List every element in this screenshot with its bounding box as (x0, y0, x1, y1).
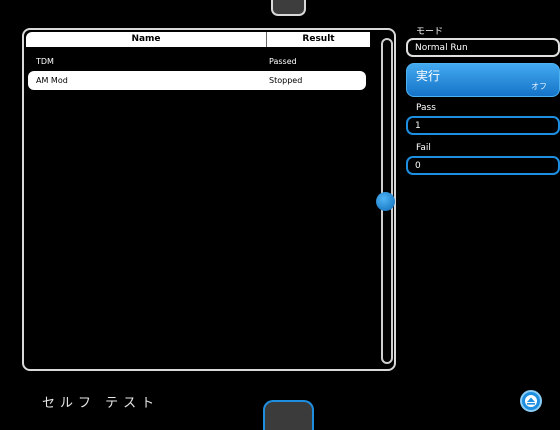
pass-label: Pass (416, 103, 436, 113)
page-title: セルフ テスト (42, 396, 160, 411)
scrollbar-thumb[interactable] (376, 192, 395, 211)
top-panel-tab[interactable] (271, 0, 306, 16)
table-row[interactable]: TDM Passed (28, 52, 366, 71)
row-result-cell: Passed (269, 57, 297, 66)
fail-label: Fail (416, 143, 431, 153)
run-toggle-button[interactable]: 実行 オフ (406, 63, 560, 97)
bottom-panel-tab[interactable] (263, 400, 314, 430)
run-state-indicator: オフ (531, 82, 547, 91)
table-row-selected[interactable]: AM Mod Stopped (28, 71, 366, 90)
mode-label: モード (416, 27, 444, 37)
run-button-label: 実行 (416, 69, 441, 83)
scroll-up-button[interactable] (520, 390, 542, 412)
fail-count-field: 0 (406, 156, 560, 175)
test-list-panel: Name Result TDM Passed AM Mod Stopped (22, 28, 396, 371)
row-result-cell: Stopped (269, 76, 303, 85)
column-header-result[interactable]: Result (267, 34, 370, 44)
table-header: Name Result (26, 32, 370, 47)
column-header-name[interactable]: Name (26, 34, 266, 44)
pass-count-field: 1 (406, 116, 560, 135)
mode-select[interactable]: Normal Run (406, 38, 560, 57)
eject-up-icon (525, 395, 537, 407)
row-name-cell: TDM (36, 57, 54, 66)
row-name-cell: AM Mod (36, 76, 68, 85)
